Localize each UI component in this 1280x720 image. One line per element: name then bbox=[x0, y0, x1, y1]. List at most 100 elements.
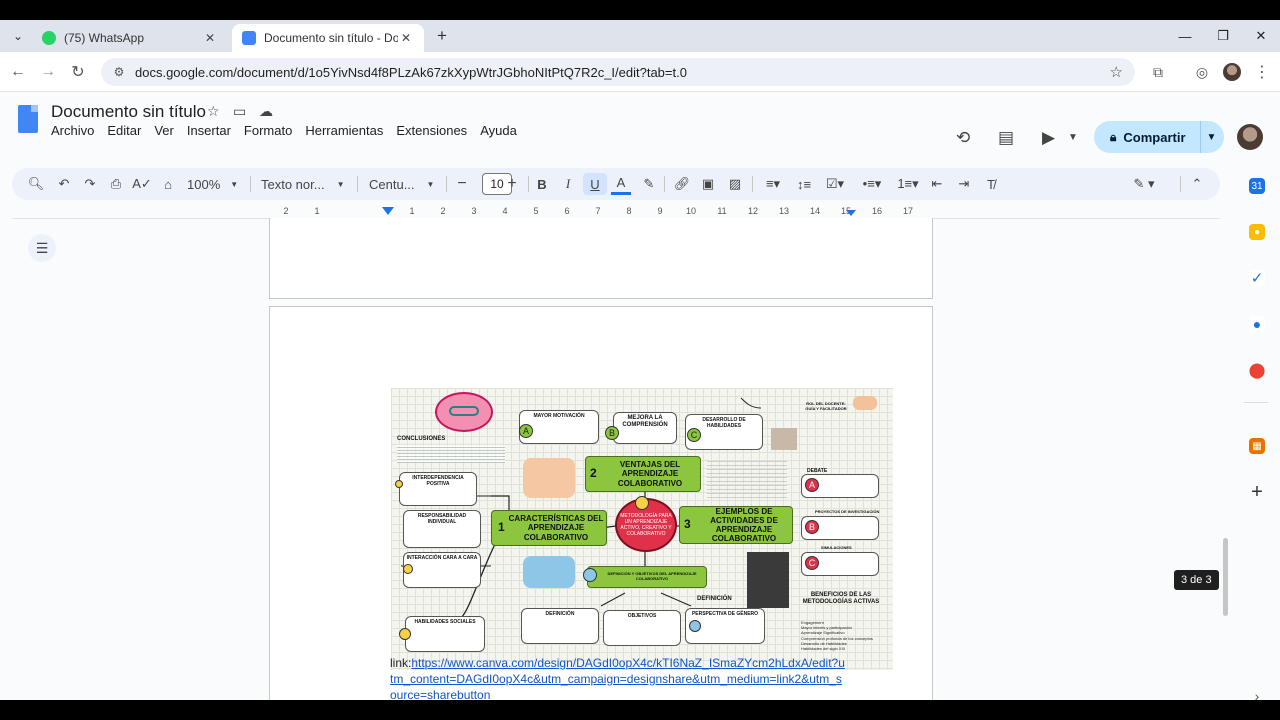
close-window-icon[interactable]: ✕ bbox=[1242, 20, 1280, 52]
canva-link-part-3[interactable]: ource=sharebutton bbox=[390, 688, 490, 700]
undo-icon[interactable]: ↶ bbox=[54, 173, 74, 195]
mm-mejora: MEJORA LA COMPRENSIÓN bbox=[613, 412, 677, 444]
bold-icon[interactable]: B bbox=[532, 173, 552, 195]
keep-icon[interactable]: ● bbox=[1249, 224, 1265, 240]
mm-beneficios: BENEFICIOS DE LAS METODOLOGÍAS ACTIVAS bbox=[802, 592, 880, 606]
document-title[interactable]: Documento sin título bbox=[51, 102, 206, 122]
search-menus-icon[interactable]: 🔍︎ bbox=[26, 173, 46, 195]
canva-link-part-2[interactable]: tm_content=DAGdI0opX4c&utm_campaign=desi… bbox=[390, 672, 842, 686]
contacts-icon[interactable]: ● bbox=[1249, 316, 1265, 332]
font-select[interactable]: Centu... ▼ bbox=[369, 173, 439, 195]
font-value: Centu... bbox=[369, 176, 415, 192]
line-spacing-icon[interactable]: ↕≡ bbox=[792, 173, 816, 195]
menu-ver[interactable]: Ver bbox=[154, 123, 174, 138]
tab-search-icon[interactable]: ⌄ bbox=[6, 24, 30, 48]
menu-archivo[interactable]: Archivo bbox=[51, 123, 94, 138]
move-folder-icon[interactable]: ▭ bbox=[233, 103, 246, 120]
document-outline-icon[interactable]: ☰ bbox=[28, 234, 56, 262]
paint-format-icon[interactable]: ⌂ bbox=[158, 173, 178, 195]
add-comment-icon[interactable]: ▣ bbox=[698, 173, 718, 195]
zoom-select[interactable]: 100% ▼ bbox=[187, 173, 243, 195]
dot-icon bbox=[403, 564, 413, 574]
mm-objetivos: OBJETIVOS bbox=[603, 610, 681, 646]
print-icon[interactable]: ⎙ bbox=[106, 173, 126, 195]
bookmark-star-icon[interactable]: ☆ bbox=[1110, 63, 1123, 81]
ruler-label: 5 bbox=[533, 206, 539, 216]
account-avatar[interactable] bbox=[1237, 124, 1263, 150]
more-menu-icon[interactable]: ⋮ bbox=[1250, 60, 1274, 84]
profile-avatar[interactable] bbox=[1220, 60, 1244, 84]
menu-ayuda[interactable]: Ayuda bbox=[480, 123, 517, 138]
navigation-bar: ← → ↻ ⚙ docs.google.com/document/d/1o5Yi… bbox=[0, 52, 1280, 92]
minimize-icon[interactable]: — bbox=[1166, 20, 1204, 52]
checklist-icon[interactable]: ☑▾ bbox=[820, 173, 850, 195]
back-icon[interactable]: ← bbox=[6, 60, 30, 84]
close-icon[interactable]: ✕ bbox=[398, 31, 414, 45]
indent-marker-icon[interactable] bbox=[382, 207, 394, 215]
editing-mode-icon[interactable]: ✎ ▾ bbox=[1126, 173, 1162, 195]
text-color-icon[interactable]: A bbox=[611, 173, 631, 195]
toolbar-separator bbox=[664, 176, 665, 192]
mm-definicion-objetivos: 4 DEFINICIÓN Y OBJETIVOS DEL APRENDIZAJE… bbox=[587, 566, 707, 588]
meet-icon[interactable]: ▶ bbox=[1042, 128, 1055, 148]
get-addons-icon[interactable]: + bbox=[1249, 481, 1265, 503]
new-tab-button[interactable]: + bbox=[430, 24, 454, 48]
redo-icon[interactable]: ↷ bbox=[80, 173, 100, 195]
share-label: Compartir bbox=[1123, 129, 1186, 145]
extensions-icon[interactable]: ⧉ bbox=[1146, 60, 1170, 84]
sync-icon[interactable]: ◎ bbox=[1190, 60, 1214, 84]
mindmap-image[interactable]: CONCLUSIONES MAYOR MOTIVACIÓN MEJORA LA … bbox=[391, 388, 893, 670]
highlight-icon[interactable]: ✎ bbox=[639, 173, 659, 195]
collapse-menus-icon[interactable]: ⌃ bbox=[1187, 173, 1207, 195]
insert-image-icon[interactable]: ▨ bbox=[725, 173, 745, 195]
address-bar[interactable]: ⚙ docs.google.com/document/d/1o5YivNsd4f… bbox=[101, 58, 1135, 86]
restore-icon[interactable]: ❐ bbox=[1204, 20, 1242, 52]
link-paragraph-line-2: tm_content=DAGdI0opX4c&utm_campaign=desi… bbox=[390, 671, 860, 687]
insert-link-icon[interactable]: 🔗︎ bbox=[672, 173, 692, 195]
tab-docs[interactable]: Documento sin título - Docume ✕ bbox=[232, 24, 424, 52]
forward-icon[interactable]: → bbox=[36, 60, 60, 84]
star-icon[interactable]: ☆ bbox=[207, 103, 220, 120]
menu-editar[interactable]: Editar bbox=[107, 123, 141, 138]
clear-formatting-icon[interactable]: T̸ bbox=[981, 173, 1001, 195]
calendar-icon[interactable]: 31 bbox=[1249, 178, 1265, 194]
maps-icon[interactable]: ⬤ bbox=[1249, 362, 1265, 379]
menu-extensiones[interactable]: Extensiones bbox=[396, 123, 467, 138]
tasks-icon[interactable]: ✓ bbox=[1249, 270, 1265, 287]
close-icon[interactable]: ✕ bbox=[202, 31, 218, 45]
reload-icon[interactable]: ↻ bbox=[66, 60, 90, 84]
comments-icon[interactable]: ▤ bbox=[998, 128, 1014, 148]
ruler-label: 2 bbox=[440, 206, 446, 216]
tab-whatsapp[interactable]: (75) WhatsApp ✕ bbox=[32, 24, 228, 52]
mm-beneficios-list: Engagement Mayor interés y participación… bbox=[801, 620, 893, 651]
align-icon[interactable]: ≡▾ bbox=[758, 173, 788, 195]
spellcheck-icon[interactable]: A✓ bbox=[132, 173, 152, 195]
increase-font-icon[interactable]: + bbox=[502, 173, 522, 195]
scrollbar-thumb[interactable] bbox=[1223, 538, 1228, 616]
italic-icon[interactable]: I bbox=[558, 173, 578, 195]
bulleted-list-icon[interactable]: •≡▾ bbox=[857, 173, 887, 195]
numbered-list-icon[interactable]: 1≡▾ bbox=[893, 173, 923, 195]
document-page[interactable] bbox=[269, 218, 933, 299]
underline-icon[interactable]: U bbox=[583, 173, 607, 195]
docs-logo-icon[interactable] bbox=[18, 105, 38, 133]
canva-link-part-1[interactable]: https://www.canva.com/design/DAGdI0opX4c… bbox=[411, 656, 845, 670]
cloud-status-icon[interactable]: ☁ bbox=[259, 103, 273, 120]
decrease-indent-icon[interactable]: ⇤ bbox=[927, 173, 947, 195]
meet-dropdown-icon[interactable]: ▼ bbox=[1068, 132, 1078, 143]
expand-panel-icon[interactable]: › bbox=[1249, 688, 1265, 700]
history-icon[interactable]: ⟲ bbox=[956, 128, 970, 148]
menu-insertar[interactable]: Insertar bbox=[187, 123, 231, 138]
mm-label: DEFINICIÓN Y OBJETIVOS DEL APRENDIZAJE C… bbox=[607, 571, 697, 581]
menu-herramientas[interactable]: Herramientas bbox=[305, 123, 383, 138]
share-dropdown-icon[interactable]: ▼ bbox=[1207, 132, 1217, 143]
menu-formato[interactable]: Formato bbox=[244, 123, 292, 138]
decrease-font-icon[interactable]: − bbox=[452, 173, 472, 195]
site-info-icon[interactable]: ⚙ bbox=[111, 65, 127, 79]
mm-simulaciones: SIMULACIONES bbox=[821, 545, 852, 550]
increase-indent-icon[interactable]: ⇥ bbox=[954, 173, 974, 195]
addon-icon[interactable]: ▦ bbox=[1249, 438, 1265, 454]
style-select[interactable]: Texto nor... ▼ bbox=[261, 173, 347, 195]
horizontal-ruler[interactable]: 2 1 1 2 3 4 5 6 7 8 9 10 11 12 13 14 15 … bbox=[270, 206, 932, 218]
share-button[interactable]: 🔒︎ Compartir ▼ bbox=[1094, 121, 1224, 153]
